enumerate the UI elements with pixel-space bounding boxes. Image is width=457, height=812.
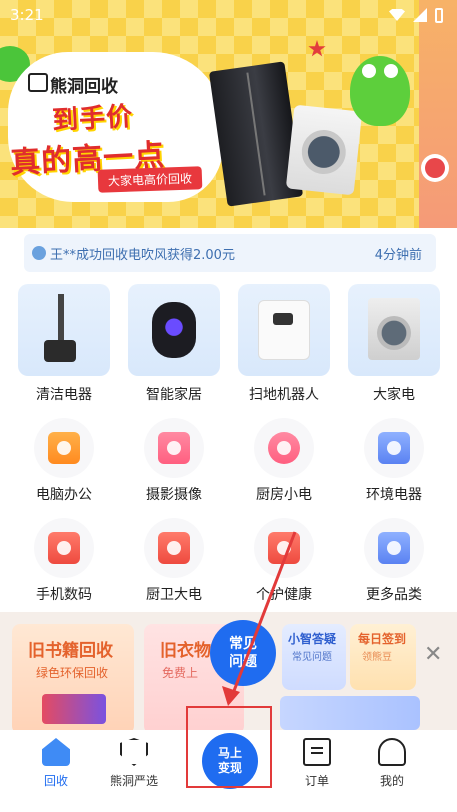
recycle-ticker: 王**成功回收电吹风获得2.00元 4分钟前	[24, 234, 436, 272]
book-card-title: 旧书籍回收	[28, 641, 113, 661]
category-more[interactable]: 更多品类	[344, 518, 444, 604]
books-icon	[42, 694, 106, 724]
checkin-card-subtitle: 领熊豆	[362, 652, 392, 663]
help-card-subtitle: 常见问题	[292, 652, 332, 663]
monitor-icon	[48, 432, 80, 464]
battery-icon	[435, 7, 443, 23]
book-card-subtitle: 绿色环保回收	[36, 666, 109, 680]
category-label: 扫地机器人	[249, 387, 319, 403]
book-recycle-card[interactable]: 旧书籍回收 绿色环保回收	[12, 624, 134, 730]
promo-banner[interactable]: 熊洞回收 到手价 真的高一点 大家电高价回收	[0, 0, 457, 228]
category-smart-home[interactable]: 智能家居	[124, 284, 224, 404]
range-hood-icon	[158, 532, 190, 564]
category-label: 清洁电器	[36, 387, 92, 403]
fridge-icon	[378, 432, 410, 464]
vacuum-mop-icon	[44, 294, 76, 362]
tab-label: 回收	[43, 774, 68, 788]
cloth-card-title: 旧衣物	[160, 641, 211, 661]
faq-bubble[interactable]: 常见问题	[210, 620, 276, 686]
washing-machine-icon	[368, 298, 420, 360]
category-label: 厨房小电	[256, 487, 312, 503]
category-label: 厨卫大电	[146, 587, 202, 603]
cloth-card-subtitle: 免费上	[162, 666, 199, 680]
category-kitchen-bath[interactable]: 厨卫大电	[124, 518, 224, 604]
tab-orders[interactable]: 订单	[277, 738, 357, 789]
category-label: 手机数码	[36, 587, 92, 603]
robot-vacuum-icon	[258, 300, 310, 360]
category-computer-office[interactable]: 电脑办公	[14, 418, 114, 504]
category-label: 更多品类	[366, 587, 422, 603]
camera-icon	[158, 432, 190, 464]
category-label: 智能家居	[146, 387, 202, 403]
washer-image	[285, 104, 363, 196]
category-personal-care[interactable]: 个护健康	[234, 518, 334, 604]
category-robot-vacuum[interactable]: 扫地机器人	[234, 284, 334, 404]
wifi-icon	[389, 9, 405, 21]
banner-brand: 熊洞回收	[28, 72, 118, 97]
category-label: 环境电器	[366, 487, 422, 503]
tab-label: 订单	[304, 774, 329, 788]
help-card[interactable]: 小智答疑 常见问题	[282, 624, 346, 690]
category-kitchen-small[interactable]: 厨房小电	[234, 418, 334, 504]
category-label: 摄影摄像	[146, 487, 202, 503]
profile-icon	[378, 738, 406, 766]
tab-profile[interactable]: 我的	[352, 738, 432, 789]
status-time: 3:21	[10, 6, 44, 24]
frog-mascot	[350, 56, 410, 126]
promo-art	[280, 696, 420, 730]
category-camera[interactable]: 摄影摄像	[124, 418, 224, 504]
tab-recycle[interactable]: 回收	[16, 738, 96, 789]
category-label: 电脑办公	[36, 487, 92, 503]
category-label: 大家电	[373, 387, 415, 403]
rice-cooker-icon	[268, 432, 300, 464]
category-label: 个护健康	[256, 587, 312, 603]
tab-label: 我的	[379, 774, 404, 788]
category-environment[interactable]: 环境电器	[344, 418, 444, 504]
hair-dryer-icon	[268, 532, 300, 564]
shield-star-icon	[120, 738, 148, 766]
tab-label: 熊洞严选	[109, 774, 158, 788]
help-card-title: 小智答疑	[288, 632, 337, 646]
ticker-message: 王**成功回收电吹风获得2.00元	[50, 247, 235, 263]
star-icon	[308, 40, 326, 57]
status-bar: 3:21	[0, 0, 457, 30]
speaker-icon	[378, 532, 410, 564]
faq-bubble-label: 常见问题	[229, 636, 257, 670]
home-icon	[42, 738, 70, 766]
category-phone-digital[interactable]: 手机数码	[14, 518, 114, 604]
banner-headline-1: 到手价	[51, 101, 134, 137]
ticker-time: 4分钟前	[374, 247, 422, 263]
checkin-card[interactable]: 每日签到 领熊豆	[350, 624, 416, 690]
smart-speaker-icon	[152, 302, 196, 358]
avatar-icon	[32, 246, 46, 260]
checkin-card-title: 每日签到	[358, 632, 407, 646]
signal-icon	[413, 8, 427, 22]
category-cleaning[interactable]: 清洁电器	[14, 284, 114, 404]
next-banner-peek[interactable]	[419, 0, 457, 228]
category-grid: 清洁电器 智能家居 扫地机器人 大家电 电脑办公 摄影摄像 厨房小电 环境电器 …	[14, 284, 444, 604]
tab-selection[interactable]: 熊洞严选	[94, 738, 174, 789]
banner-tagline: 大家电高价回收	[97, 166, 203, 193]
banner-dot-icon	[425, 158, 445, 178]
highlight-box	[186, 706, 272, 788]
category-large-appliance[interactable]: 大家电	[344, 284, 444, 404]
close-icon[interactable]: ✕	[424, 642, 442, 667]
phone-icon	[48, 532, 80, 564]
order-icon	[303, 738, 331, 766]
